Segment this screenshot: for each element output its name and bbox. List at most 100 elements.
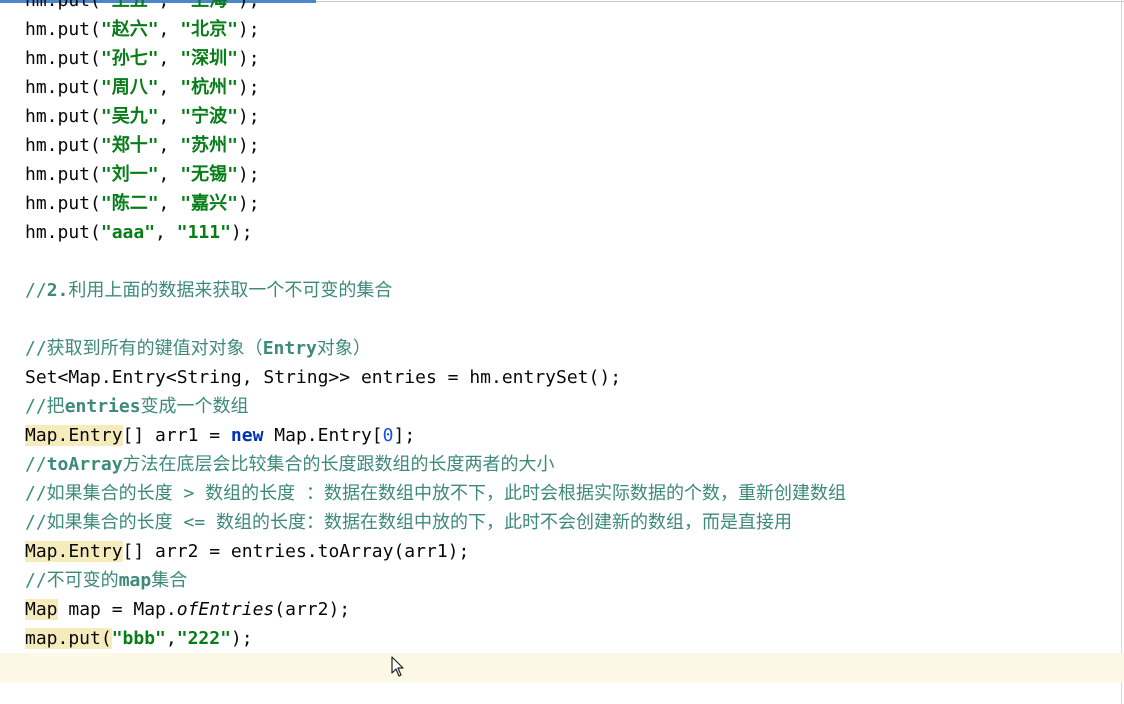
string-literal: "杭州"	[180, 77, 238, 98]
string-literal: "陈二"	[100, 193, 159, 214]
code-line[interactable]: hm.put("aaa", "111");	[25, 218, 253, 247]
highlighted-type: Map.Entry	[25, 425, 123, 446]
code-text: ,	[155, 222, 177, 243]
comment-text: 变成一个数组	[140, 396, 249, 417]
highlighted-type: Map.Entry	[25, 541, 123, 562]
string-literal: "赵六"	[100, 19, 159, 40]
code-line[interactable]: Map.Entry[] arr2 = entries.toArray(arr1)…	[25, 537, 469, 566]
code-text: hm.put(	[25, 0, 101, 11]
code-text: ,	[158, 135, 181, 156]
code-text: Set<Map.Entry<String, String>> entries =…	[25, 367, 622, 388]
code-text: );	[237, 0, 260, 11]
code-line[interactable]: Set<Map.Entry<String, String>> entries =…	[25, 363, 621, 392]
string-literal: "无锡"	[180, 164, 238, 185]
code-text: ,	[158, 106, 181, 127]
code-text: Map.Entry[	[263, 425, 383, 446]
comment-text: //如果集合的长度 > 数组的长度 ：数据在数组中放不下，此时会根据实际数据的个…	[25, 483, 847, 504]
string-literal: "aaa"	[100, 222, 156, 243]
code-text: hm.put(	[25, 106, 101, 127]
comment-text: entries	[64, 396, 141, 417]
comment-text: Entry	[262, 338, 317, 359]
code-text: );	[237, 106, 260, 127]
comment-line[interactable]: //不可变的map集合	[25, 566, 187, 595]
comment-text: //	[25, 454, 47, 475]
string-literal: "郑十"	[100, 135, 159, 156]
code-line[interactable]: map.put("bbb","222");	[25, 624, 253, 653]
string-literal: "刘一"	[100, 164, 159, 185]
code-text: (arr2);	[274, 599, 351, 620]
code-text: map = Map.	[57, 599, 177, 620]
comment-text: 利用上面的数据来获取一个不可变的集合	[68, 280, 393, 301]
string-literal: "上海"	[180, 0, 238, 11]
code-line[interactable]: hm.put("陈二", "嘉兴");	[25, 189, 260, 218]
code-text: ,	[158, 48, 181, 69]
code-line[interactable]: hm.put("赵六", "北京");	[25, 15, 260, 44]
editor-right-border	[1121, 0, 1122, 704]
code-line[interactable]: hm.put("孙七", "深圳");	[25, 44, 260, 73]
code-text: );	[237, 48, 260, 69]
code-text: ,	[158, 193, 181, 214]
static-method: ofEntries	[176, 599, 275, 620]
code-text: ,	[158, 0, 181, 11]
comment-line[interactable]: //获取到所有的键值对对象（Entry对象）	[25, 334, 371, 363]
keyword: new	[230, 425, 264, 446]
comment-text: map	[118, 570, 152, 591]
number-literal: 0	[382, 425, 394, 446]
code-text: );	[230, 222, 253, 243]
string-literal: "222"	[176, 628, 231, 649]
code-text: );	[237, 135, 260, 156]
comment-text: 方法在底层会比较集合的长度跟数组的长度两者的大小	[122, 454, 555, 475]
comment-text: //如果集合的长度 <= 数组的长度：数据在数组中放的下，此时不会创建新的数组，…	[25, 512, 793, 533]
string-literal: "孙七"	[100, 48, 159, 69]
code-line[interactable]: hm.put("吴九", "宁波");	[25, 102, 260, 131]
code-text: hm.put(	[25, 19, 101, 40]
highlighted-type: Map	[25, 599, 58, 620]
comment-line[interactable]: //toArray方法在底层会比较集合的长度跟数组的长度两者的大小	[25, 450, 555, 479]
code-text: hm.put(	[25, 222, 101, 243]
code-text: (	[100, 628, 112, 649]
code-line[interactable]: Map.Entry[] arr1 = new Map.Entry[0];	[25, 421, 415, 450]
code-editor[interactable]: hm.put("王五", "上海"); hm.put("赵六", "北京"); …	[0, 0, 1124, 704]
code-line[interactable]: hm.put("刘一", "无锡");	[25, 160, 260, 189]
comment-line[interactable]: //如果集合的长度 <= 数组的长度：数据在数组中放的下，此时不会创建新的数组，…	[25, 508, 792, 537]
current-line-highlight	[0, 653, 1124, 682]
string-literal: "王五"	[100, 0, 159, 11]
code-text: hm.put(	[25, 135, 101, 156]
comment-text: //获取到所有的键值对对象（	[25, 338, 263, 359]
comment-line[interactable]: //如果集合的长度 > 数组的长度 ：数据在数组中放不下，此时会根据实际数据的个…	[25, 479, 846, 508]
comment-line[interactable]: //2.利用上面的数据来获取一个不可变的集合	[25, 276, 392, 305]
code-text: );	[237, 164, 260, 185]
code-line[interactable]: hm.put("周八", "杭州");	[25, 73, 260, 102]
code-text: hm.put(	[25, 164, 101, 185]
code-text: [] arr1 =	[122, 425, 231, 446]
comment-text: 2.	[46, 280, 69, 301]
code-text: );	[237, 77, 260, 98]
comment-text: //不可变的	[25, 570, 119, 591]
string-literal: "嘉兴"	[180, 193, 238, 214]
code-text: );	[237, 193, 260, 214]
code-text: ];	[393, 425, 416, 446]
string-literal: "宁波"	[180, 106, 238, 127]
string-literal: "周八"	[100, 77, 159, 98]
code-text: ,	[158, 164, 181, 185]
code-text: ,	[158, 19, 181, 40]
string-literal: "北京"	[180, 19, 238, 40]
code-line[interactable]: hm.put("王五", "上海");	[25, 0, 260, 15]
code-text: hm.put(	[25, 77, 101, 98]
comment-text: 对象）	[316, 338, 371, 359]
code-text: );	[230, 628, 253, 649]
comment-text: //	[25, 280, 47, 301]
highlighted-call: map.put	[25, 628, 101, 649]
comment-text: toArray	[46, 454, 123, 475]
code-line[interactable]: hm.put("郑十", "苏州");	[25, 131, 260, 160]
code-text: ,	[165, 628, 177, 649]
tab-bar-border	[316, 1, 1124, 2]
string-literal: "深圳"	[180, 48, 238, 69]
code-text: );	[237, 19, 260, 40]
string-literal: "111"	[176, 222, 231, 243]
mouse-pointer-icon	[391, 656, 404, 677]
string-literal: "bbb"	[111, 628, 166, 649]
comment-line[interactable]: //把entries变成一个数组	[25, 392, 249, 421]
code-text: [] arr2 = entries.toArray(arr1);	[122, 541, 470, 562]
code-line[interactable]: Map map = Map.ofEntries(arr2);	[25, 595, 350, 624]
